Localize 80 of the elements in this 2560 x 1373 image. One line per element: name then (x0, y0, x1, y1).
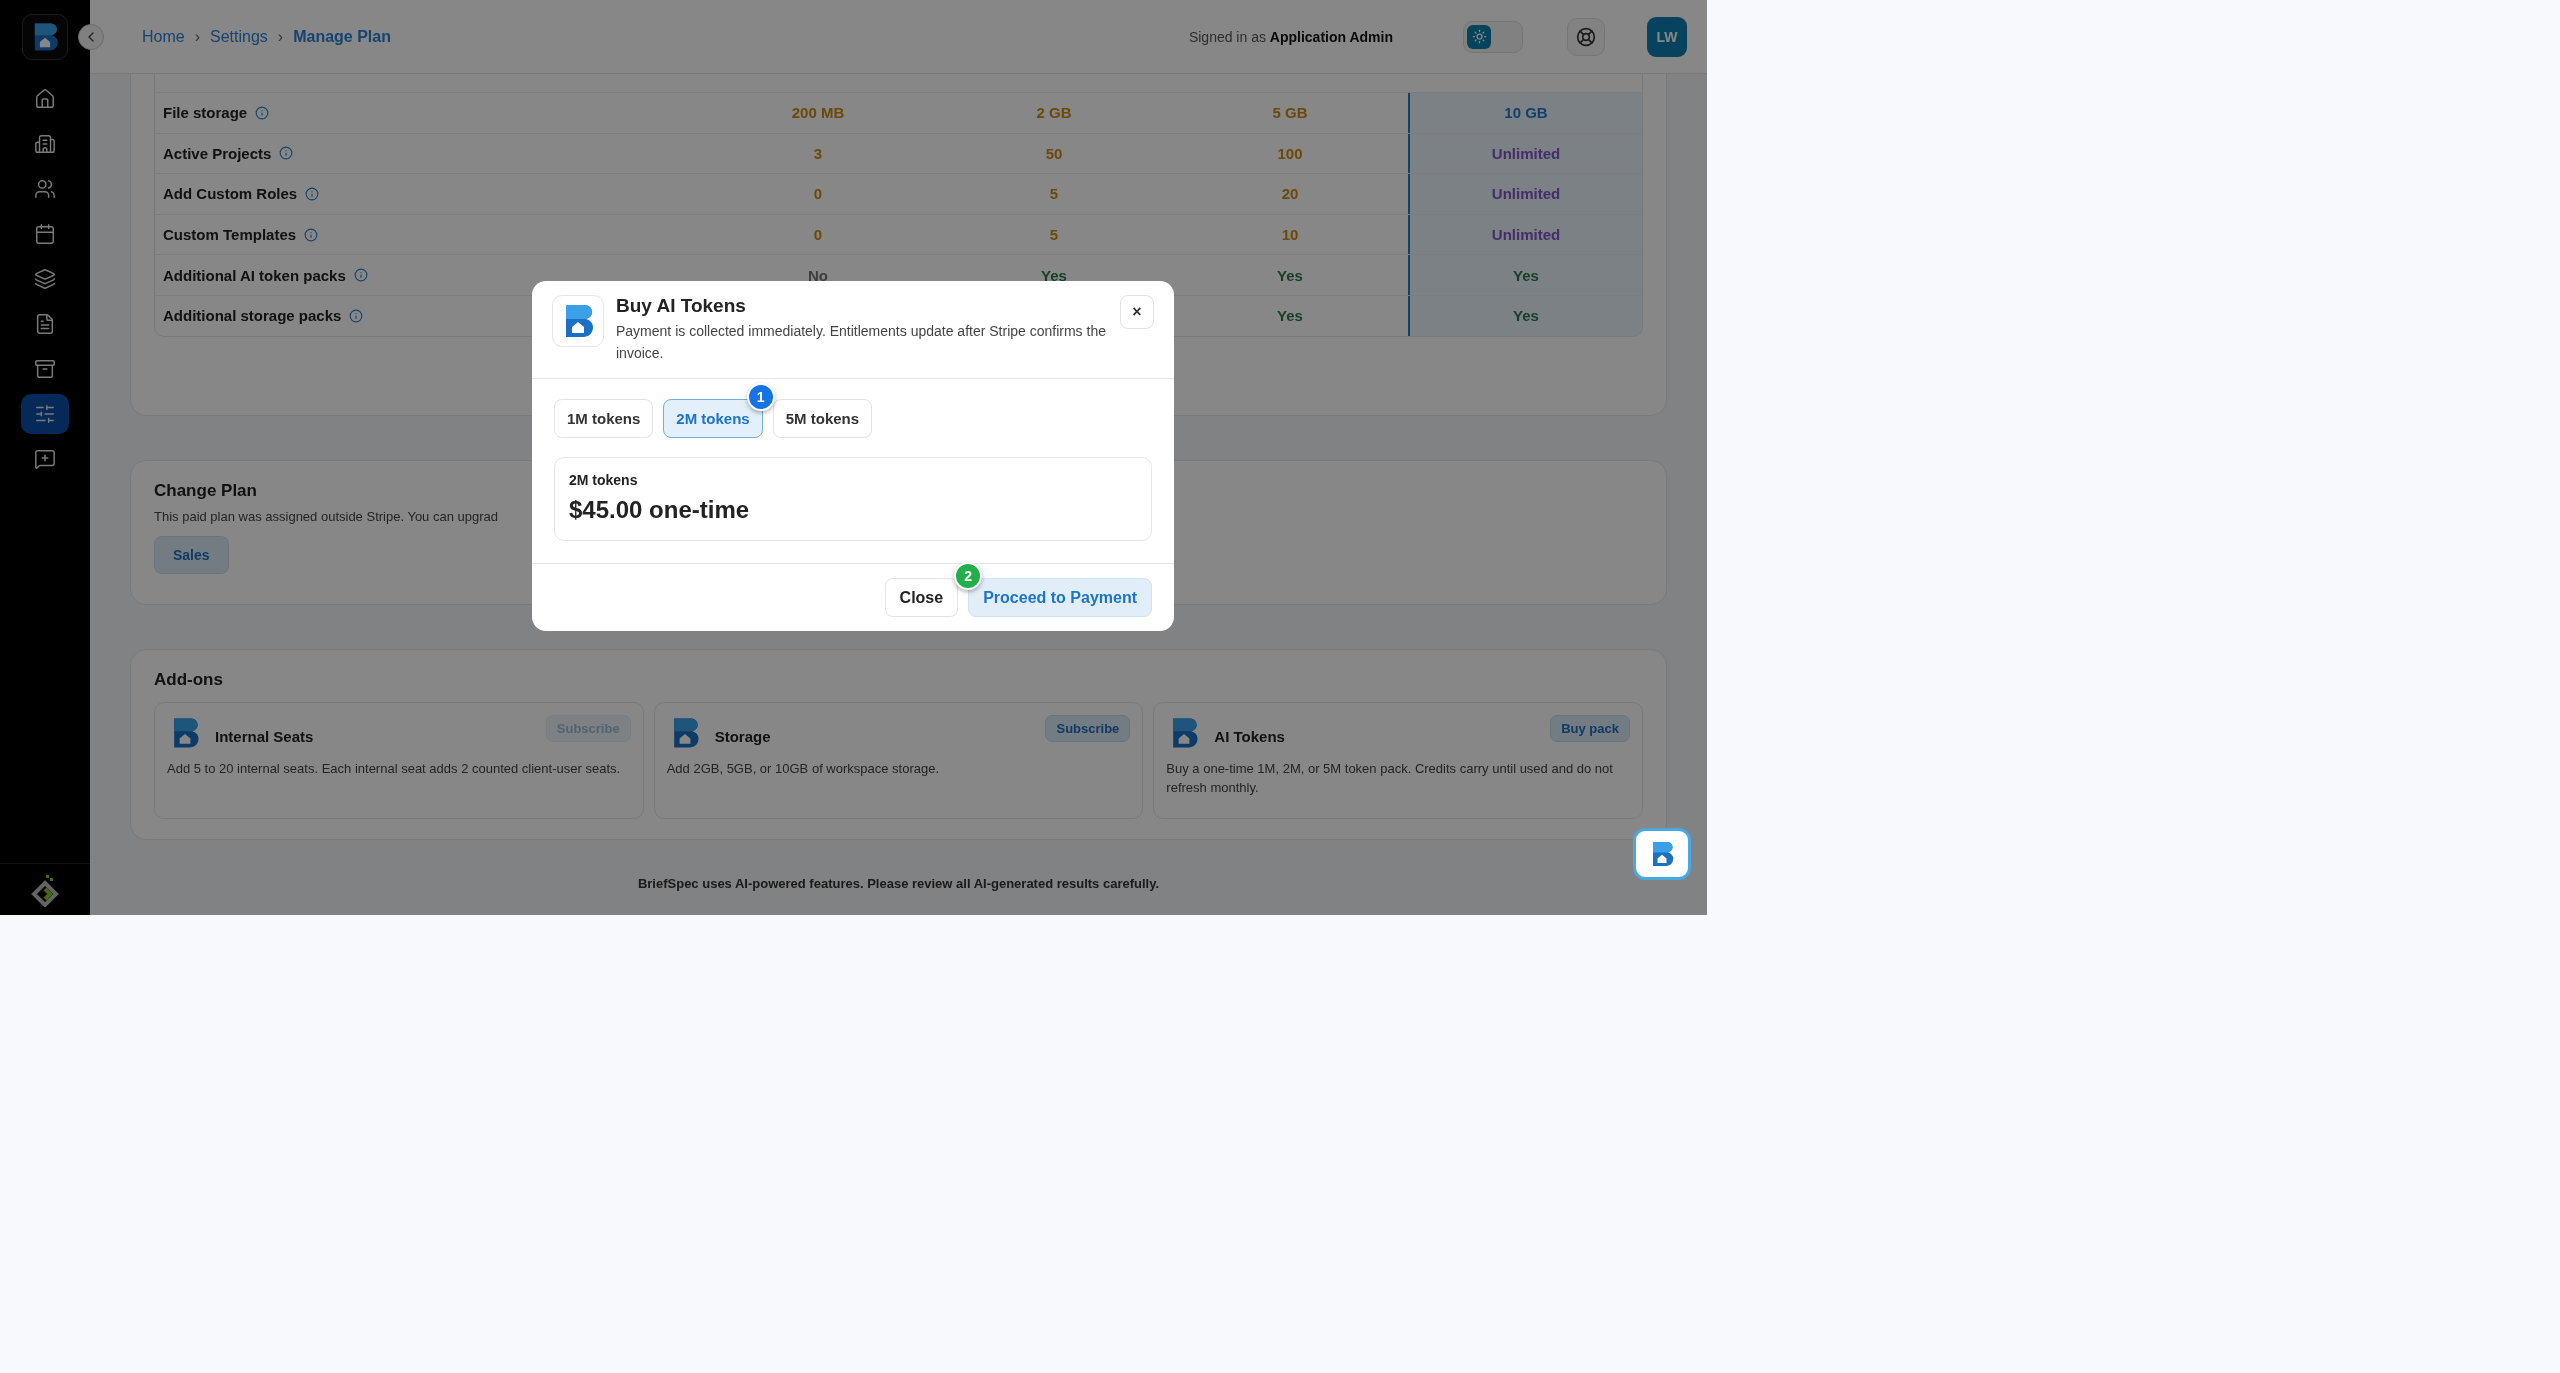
home-icon (34, 88, 56, 110)
dialog-description: Payment is collected immediately. Entitlements update after Stripe confirms the invoice. (616, 322, 1107, 363)
lifebuoy-icon (1576, 26, 1596, 47)
breadcrumb-separator: › (277, 27, 284, 46)
theme-toggle[interactable] (1463, 20, 1523, 53)
plan-value: Yes (1040, 265, 1068, 286)
plan-value: 5 (1048, 225, 1060, 246)
addon-description: Add 2GB, 5GB, or 10GB of workspace storage. (666, 759, 941, 778)
breadcrumb-separator: › (194, 27, 200, 46)
info-icon[interactable] (304, 227, 319, 242)
plan-value: Yes (1276, 265, 1304, 286)
price-text: $45.00 one-time (569, 496, 751, 525)
plan-value: 100 (1276, 143, 1304, 164)
building-icon (34, 133, 56, 155)
feature-label: Active Projects (163, 144, 272, 162)
addon-button[interactable]: Buy pack (1550, 714, 1630, 742)
layers-icon (34, 268, 56, 290)
plan-value: 200 MB (790, 103, 846, 124)
signed-in-text: Signed in as Application Admin (1188, 28, 1393, 45)
feature-label: Additional AI token packs (163, 266, 346, 284)
info-icon[interactable] (279, 146, 294, 161)
plan-value: 0 (812, 184, 824, 205)
sun-icon (1471, 29, 1487, 44)
plan-value: 2 GB (1035, 103, 1073, 124)
section-title: Add-ons (154, 669, 224, 690)
token-option-tab[interactable]: 5M tokens (772, 399, 873, 439)
step-marker: 2 (954, 562, 983, 591)
plan-value: No (807, 265, 829, 286)
footer-notice: BriefSpec uses AI-powered features. Please review all AI-generated results carefully. (636, 875, 1161, 891)
info-icon[interactable] (349, 308, 364, 323)
document-icon (34, 313, 56, 335)
sliders-icon (34, 403, 56, 425)
plan-value: Unlimited (1408, 214, 1642, 255)
chat-plus-icon (34, 448, 56, 470)
help-button[interactable] (1567, 17, 1605, 56)
close-dialog-button[interactable]: Close (884, 578, 959, 618)
sidebar-item[interactable] (21, 394, 69, 434)
breadcrumb-link[interactable]: Home (142, 27, 185, 46)
plan-value: 10 (1280, 225, 1300, 246)
addon-name: AI Tokens (1214, 728, 1286, 746)
plan-value: 20 (1280, 184, 1300, 205)
addon-description: Buy a one-time 1M, 2M, or 5M token pack. Credits carry until used and do not refresh monthly. (1166, 759, 1614, 798)
close-button[interactable]: × (1120, 295, 1154, 329)
plan-value: 5 GB (1271, 103, 1309, 124)
sales-button[interactable]: Sales (154, 535, 229, 574)
plan-value: Yes (1276, 306, 1304, 327)
token-option-tab[interactable]: 1M tokens (554, 399, 654, 439)
info-icon[interactable] (255, 105, 270, 120)
feature-label: Custom Templates (163, 226, 297, 244)
feature-label: Add Custom Roles (163, 185, 298, 203)
breadcrumb-link[interactable]: Settings (210, 27, 268, 46)
plan-value: 50 (1044, 143, 1064, 164)
info-icon[interactable] (305, 187, 320, 201)
user-avatar[interactable]: LW (1647, 16, 1687, 57)
plan-value: 3 (812, 143, 824, 164)
plan-value: 0 (812, 225, 824, 246)
archive-icon (34, 358, 56, 380)
dialog-title: Buy AI Tokens (616, 295, 747, 317)
plan-value: Yes (1408, 295, 1642, 336)
addon-name: Storage (714, 728, 772, 746)
app-logo[interactable] (22, 14, 68, 60)
feature-label: File storage (163, 104, 248, 122)
step-marker: 1 (746, 383, 775, 412)
brand-mark-icon (30, 872, 60, 907)
breadcrumb-link[interactable]: Manage Plan (293, 27, 391, 46)
plan-value: Yes (1408, 255, 1642, 295)
plan-value: Unlimited (1408, 174, 1642, 214)
plan-value: Unlimited (1408, 133, 1642, 174)
addon-button[interactable]: Subscribe (1045, 714, 1131, 742)
plan-value: 5 (1048, 184, 1060, 205)
info-icon[interactable] (353, 268, 368, 283)
chat-button[interactable] (1633, 828, 1691, 880)
plan-value: 10 GB (1408, 93, 1642, 133)
change-plan-text: This paid plan was assigned outside Stripe. You can upgrad (154, 508, 498, 524)
calendar-icon (34, 223, 56, 245)
feature-label: Additional storage packs (163, 307, 342, 325)
users-icon (34, 178, 56, 200)
addon-name: Internal Seats (215, 728, 315, 746)
summary-label: 2M tokens (569, 472, 639, 489)
addon-description: Add 5 to 20 internal seats. Each internal seat adds 2 counted client-user seats. (167, 759, 622, 778)
